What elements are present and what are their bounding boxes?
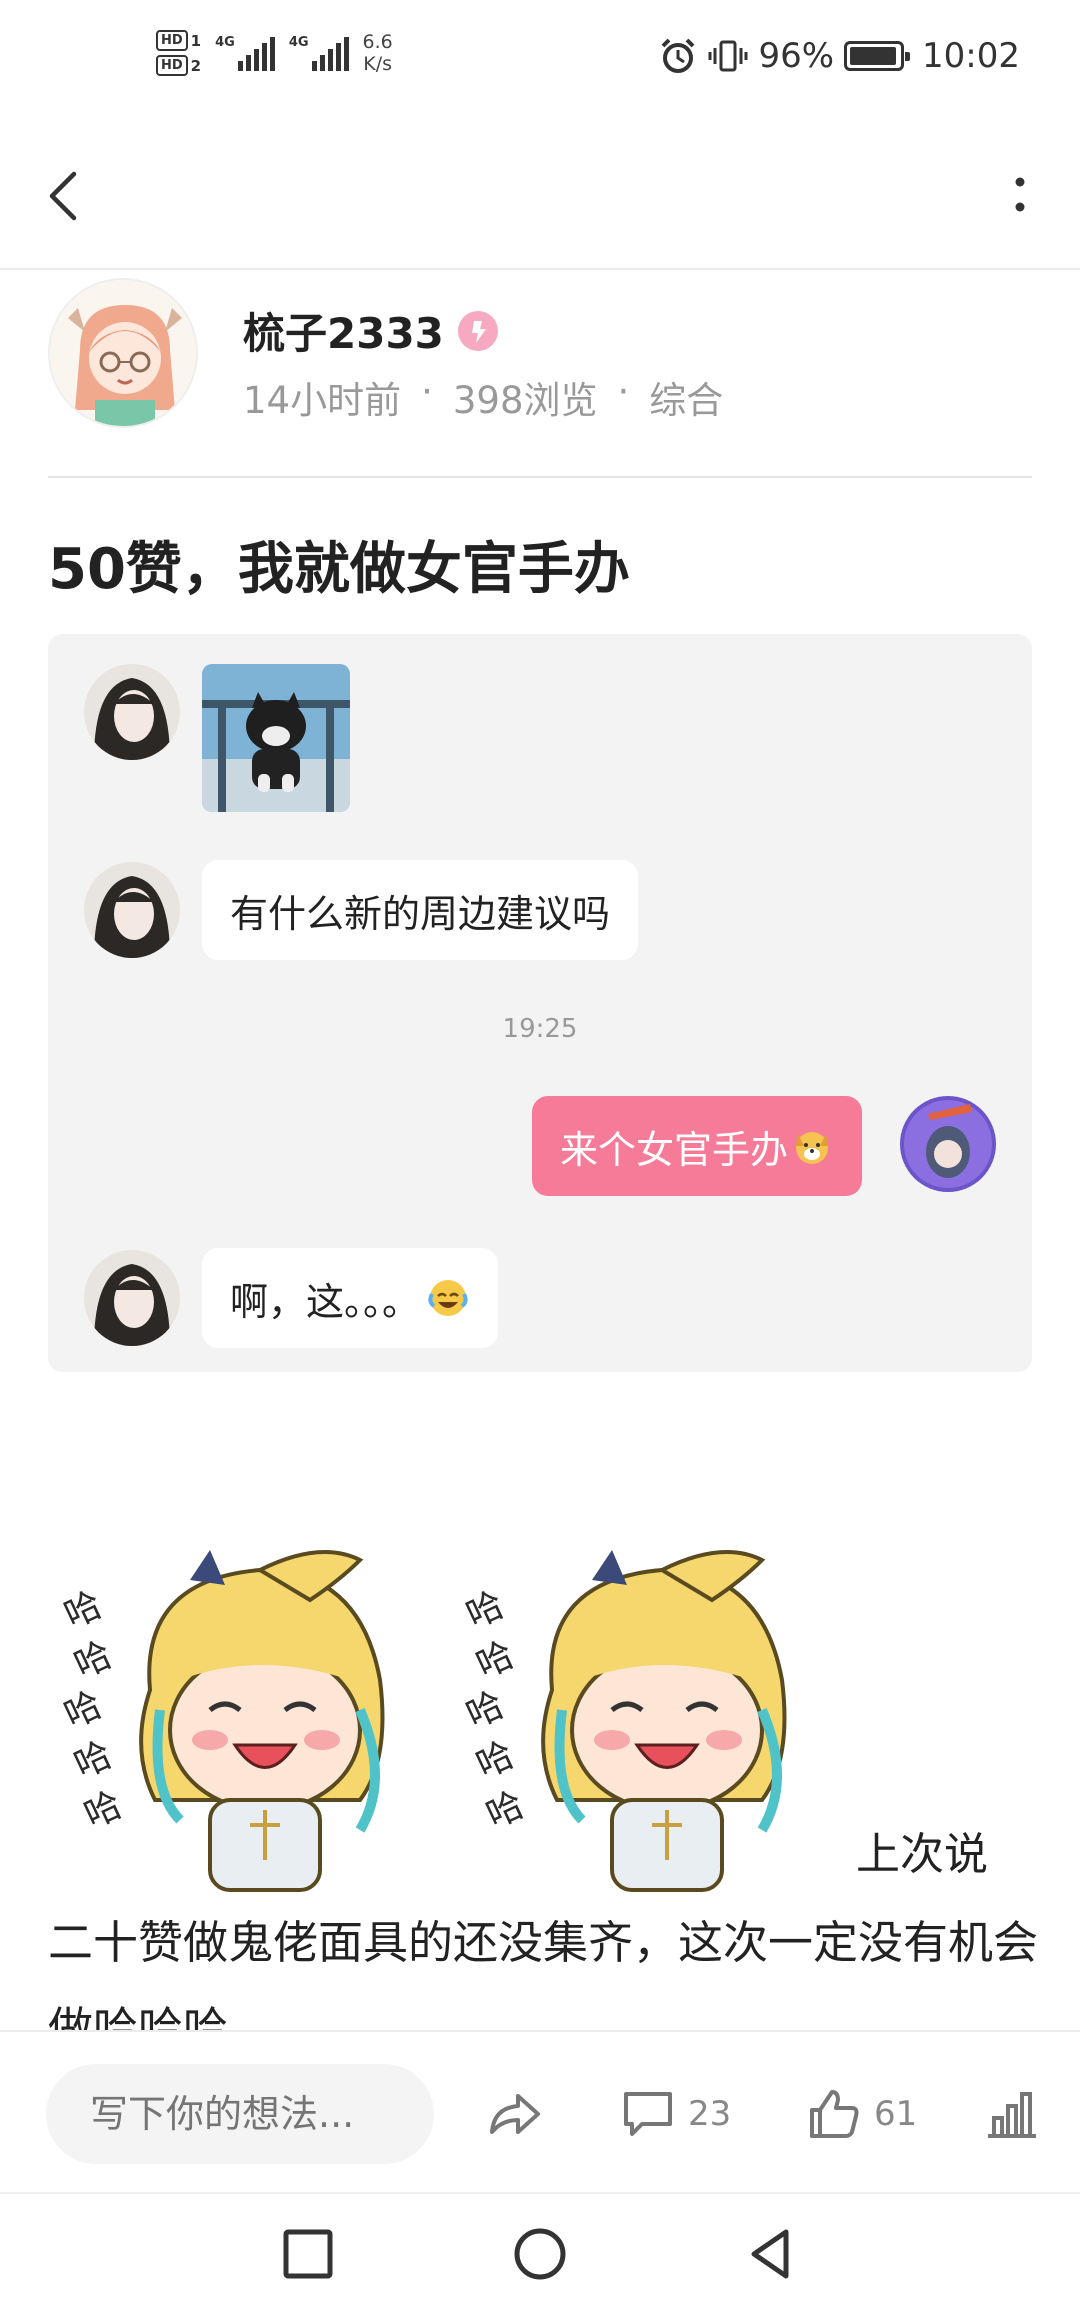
meta-separator: · (617, 370, 630, 413)
author-avatar[interactable] (48, 278, 198, 428)
author-header: 梳子2333 14小时前 · 398浏览 · 综合 (48, 278, 1032, 478)
chat-avatar-left (84, 1250, 180, 1346)
like-count: 61 (874, 2094, 918, 2134)
post-body-inline-text: 上次说 (856, 1829, 988, 1880)
chat-screenshot-image[interactable]: 有什么新的周边建议吗 19:25 来个女官手办 啊，这。。。 (48, 634, 1032, 1372)
dog-sticker-image[interactable] (202, 664, 350, 812)
signal-2-icon: 4G (289, 35, 349, 71)
user-level-badge-icon (457, 310, 498, 351)
clock: 10:02 (922, 36, 1020, 76)
hd1-indicator: HD 1 (156, 30, 201, 51)
laughing-girl-sticker-image[interactable]: 哈 哈 哈 哈 哈 (460, 1540, 832, 1900)
svg-text:哈: 哈 (68, 1634, 118, 1686)
comment-input[interactable] (46, 2064, 434, 2164)
hd2-indicator: HD 2 (156, 55, 201, 76)
network-speed: 6.6 K/s (362, 31, 393, 75)
bar-chart-icon (988, 2092, 1036, 2138)
hd-indicators: HD 1 HD 2 (156, 30, 201, 76)
svg-text:哈: 哈 (470, 1734, 520, 1786)
system-nav-bar (0, 2192, 1080, 2310)
svg-text:哈: 哈 (78, 1784, 128, 1836)
dog-face-emoji (796, 1132, 829, 1164)
svg-text:哈: 哈 (68, 1734, 118, 1786)
triangle-back-icon[interactable] (740, 2222, 804, 2286)
meta-separator: · (421, 370, 433, 413)
status-right: 96% 10:02 (658, 36, 1020, 76)
alarm-icon (662, 38, 695, 73)
svg-text:哈: 哈 (480, 1784, 530, 1836)
author-avatar-image (50, 280, 196, 426)
svg-text:哈: 哈 (462, 1584, 510, 1636)
chat-timestamp: 19:25 (502, 1014, 578, 1044)
svg-text:哈: 哈 (60, 1684, 108, 1736)
bottom-action-bar: 23 61 (0, 2030, 1080, 2192)
battery-percent: 96% (758, 36, 835, 76)
sticker-row: 哈 哈 哈 哈 哈 哈 哈 哈 哈 哈 (58, 1540, 960, 1900)
thumbs-up-icon (810, 2090, 859, 2138)
post-meta: 14小时前 · 398浏览 · 综合 (243, 370, 723, 424)
more-vertical-icon (1015, 177, 1025, 212)
post-title: 50赞，我就做女官手办 (48, 537, 630, 602)
vibrate-icon (708, 40, 748, 72)
post-category[interactable]: 综合 (649, 370, 723, 424)
chat-bubble-right: 来个女官手办 (532, 1096, 863, 1196)
chat-bubble-left: 啊，这。。。 (202, 1248, 499, 1348)
like-button[interactable]: 61 (806, 2076, 917, 2152)
stats-button[interactable] (984, 2076, 1040, 2152)
laughing-tears-emoji (428, 1280, 468, 1316)
chat-avatar-left (84, 664, 180, 760)
author-name-row: 梳子2333 (243, 300, 498, 361)
comment-count: 23 (688, 2094, 732, 2134)
view-count: 398浏览 (452, 379, 598, 422)
top-nav-bar (0, 120, 1080, 270)
status-left: HD 1 HD 2 4G 4G 6.6 K/s (156, 30, 393, 76)
svg-text:哈: 哈 (470, 1634, 520, 1686)
svg-text:哈: 哈 (462, 1684, 510, 1736)
chevron-left-icon (49, 171, 77, 221)
svg-text:哈: 哈 (60, 1584, 108, 1636)
post-time: 14小时前 (243, 379, 402, 422)
comment-icon (624, 2092, 672, 2136)
share-button[interactable] (484, 2076, 544, 2152)
signal-1-icon: 4G (215, 35, 275, 71)
chat-avatar-right (900, 1096, 996, 1192)
post-body-paragraph: 二十赞做鬼佬面具的还没集齐，这次一定没有机会做哈哈哈 (48, 1916, 1038, 2030)
more-options-button[interactable] (990, 160, 1050, 230)
chat-avatar-left (84, 862, 180, 958)
chat-bubble-left: 有什么新的周边建议吗 (202, 860, 639, 960)
laughing-girl-sticker-image[interactable]: 哈 哈 哈 哈 哈 (58, 1540, 430, 1900)
share-icon (490, 2094, 540, 2134)
battery-icon (844, 41, 911, 71)
back-button[interactable] (40, 160, 90, 230)
comment-button[interactable]: 23 (620, 2076, 731, 2152)
square-recent-apps-icon[interactable] (276, 2222, 340, 2286)
status-bar: HD 1 HD 2 4G 4G 6.6 K/s 96% 10:02 (0, 0, 1080, 120)
circle-home-icon[interactable] (508, 2222, 572, 2286)
author-name[interactable]: 梳子2333 (243, 300, 444, 361)
